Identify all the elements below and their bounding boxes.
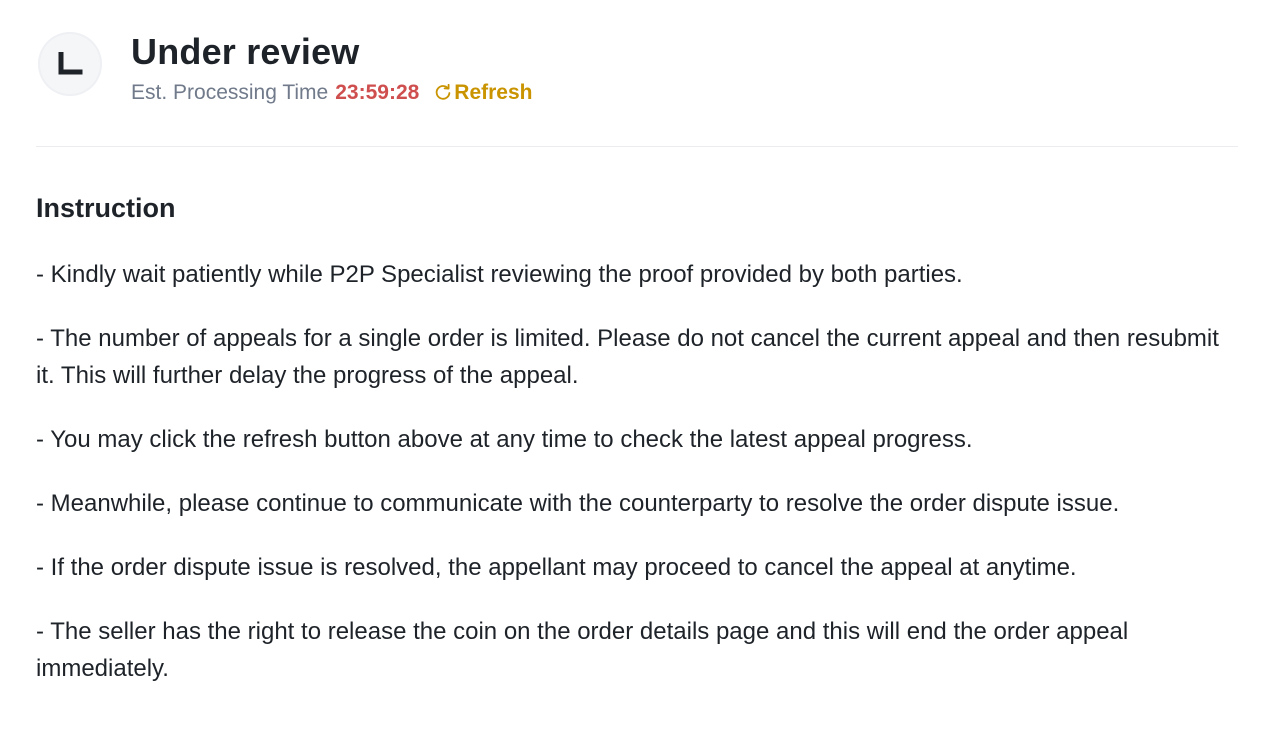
- instruction-item: - Kindly wait patiently while P2P Specia…: [36, 261, 963, 288]
- instruction-item: - If the order dispute issue is resolved…: [36, 554, 1077, 581]
- header-text: Under review Est. Processing Time 23:59:…: [131, 32, 533, 106]
- processing-time-label: Est. Processing Time: [131, 81, 329, 104]
- refresh-button[interactable]: Refresh: [434, 80, 533, 106]
- instruction-list: - Kindly wait patiently while P2P Specia…: [36, 256, 1241, 687]
- countdown-timer: 23:59:28: [335, 81, 420, 104]
- instruction-item: - The seller has the right to release th…: [36, 618, 1129, 682]
- instruction-item: - Meanwhile, please continue to communic…: [36, 490, 1120, 517]
- status-header: Under review Est. Processing Time 23:59:…: [38, 32, 533, 106]
- appeal-status-page: Under review Est. Processing Time 23:59:…: [0, 0, 1280, 730]
- refresh-label: Refresh: [454, 81, 533, 104]
- instruction-item: - You may click the refresh button above…: [36, 426, 973, 453]
- instruction-section: Instruction - Kindly wait patiently whil…: [36, 190, 1241, 714]
- refresh-icon: [434, 84, 452, 102]
- page-title: Under review: [131, 31, 360, 72]
- processing-time-row: Est. Processing Time 23:59:28 Refresh: [131, 80, 533, 106]
- clock-icon: [38, 32, 102, 96]
- instruction-title: Instruction: [36, 193, 176, 223]
- divider: [36, 146, 1238, 147]
- instruction-item: - The number of appeals for a single ord…: [36, 325, 1219, 389]
